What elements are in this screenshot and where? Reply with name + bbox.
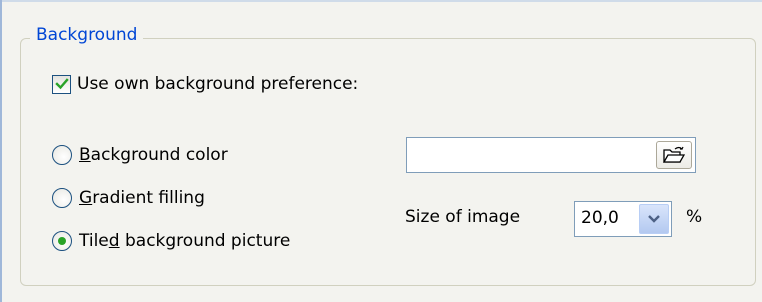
chevron-down-icon: [648, 215, 660, 223]
checkmark-icon: [54, 78, 69, 90]
size-of-image-label: Size of image: [405, 207, 521, 227]
size-dropdown-button[interactable]: [639, 204, 669, 234]
radio-background-color[interactable]: Background color: [52, 145, 228, 165]
radio-background-color-button[interactable]: [52, 145, 72, 165]
radio-gradient-filling-button[interactable]: [52, 188, 72, 208]
background-color-field[interactable]: [406, 137, 696, 173]
radio-gradient-filling[interactable]: Gradient filling: [52, 188, 205, 208]
radio-gradient-filling-label: Gradient filling: [79, 188, 205, 208]
window-top-border: [0, 0, 762, 2]
radio-tiled-background-picture-button[interactable]: [52, 231, 72, 251]
use-own-background-row[interactable]: Use own background preference:: [52, 74, 358, 94]
use-own-background-label: Use own background preference:: [77, 74, 359, 94]
size-of-image-value[interactable]: 20,0: [581, 208, 619, 228]
size-of-image-combobox[interactable]: 20,0: [574, 201, 672, 237]
radio-tiled-background-picture-label: Tiled background picture: [79, 231, 291, 251]
percent-unit-label: %: [686, 207, 703, 227]
browse-button[interactable]: [656, 141, 692, 169]
radio-background-color-label: Background color: [79, 145, 228, 165]
use-own-background-checkbox[interactable]: [52, 74, 71, 94]
radio-tiled-background-picture[interactable]: Tiled background picture: [52, 231, 290, 251]
radio-selected-dot: [58, 237, 66, 245]
groupbox-title: Background: [30, 24, 144, 46]
open-folder-icon: [663, 146, 685, 163]
window-left-border: [0, 0, 2, 302]
